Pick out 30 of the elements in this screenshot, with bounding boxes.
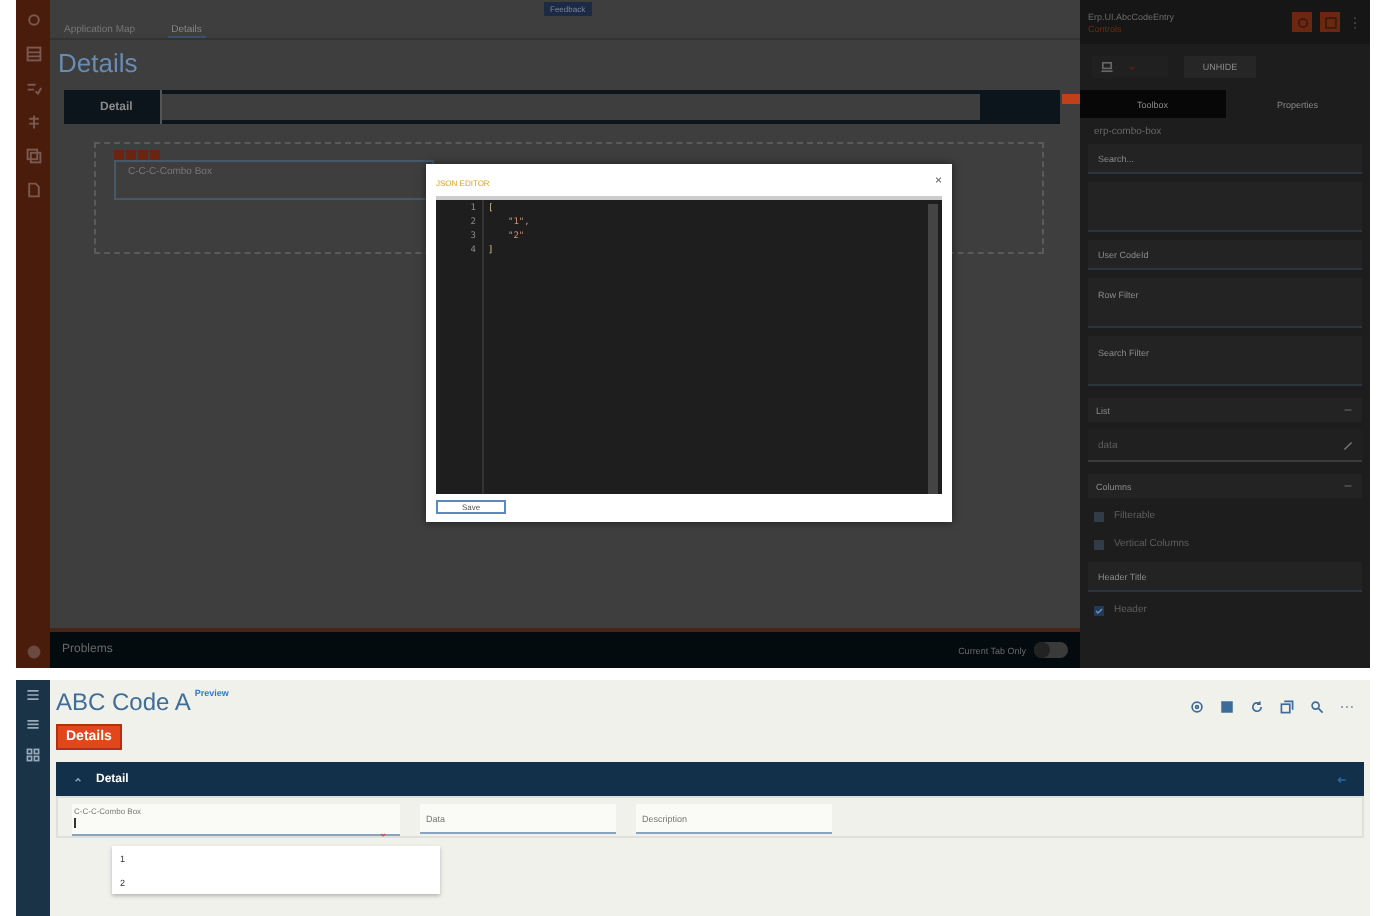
table-icon[interactable]: [25, 46, 41, 62]
checkbox[interactable]: [1094, 539, 1104, 549]
toggle-switch[interactable]: [1034, 642, 1068, 658]
more-icon[interactable]: [1348, 15, 1362, 29]
copy-icon[interactable]: [1280, 700, 1294, 714]
minus-icon[interactable]: [1342, 480, 1354, 492]
laptop-icon[interactable]: [1100, 60, 1114, 74]
checklist-icon[interactable]: [25, 80, 41, 96]
chevron-up-icon[interactable]: [72, 773, 84, 785]
minus-icon[interactable]: [1342, 404, 1354, 416]
document-icon[interactable]: [25, 182, 41, 198]
target-icon[interactable]: [1190, 700, 1204, 714]
save-icon[interactable]: [1220, 700, 1234, 714]
pencil-icon[interactable]: [1342, 439, 1354, 451]
more-icon[interactable]: [1340, 700, 1354, 714]
badge: [1062, 94, 1080, 104]
refresh-icon[interactable]: [1250, 700, 1264, 714]
checkbox[interactable]: [1094, 605, 1104, 615]
list-icon[interactable]: [26, 718, 40, 732]
property-textarea[interactable]: [1088, 182, 1362, 232]
grid-icon[interactable]: [26, 688, 40, 702]
help-icon[interactable]: [25, 644, 41, 660]
search-icon[interactable]: [1310, 700, 1324, 714]
page-title: ABC Code A: [56, 688, 191, 716]
page-title: Details: [58, 48, 140, 78]
dashboard-icon[interactable]: [26, 748, 40, 762]
copy-icon[interactable]: [25, 148, 41, 164]
arrow-left-icon[interactable]: [1336, 773, 1348, 785]
caret-icon[interactable]: [378, 830, 388, 840]
checkbox[interactable]: [1094, 511, 1104, 521]
